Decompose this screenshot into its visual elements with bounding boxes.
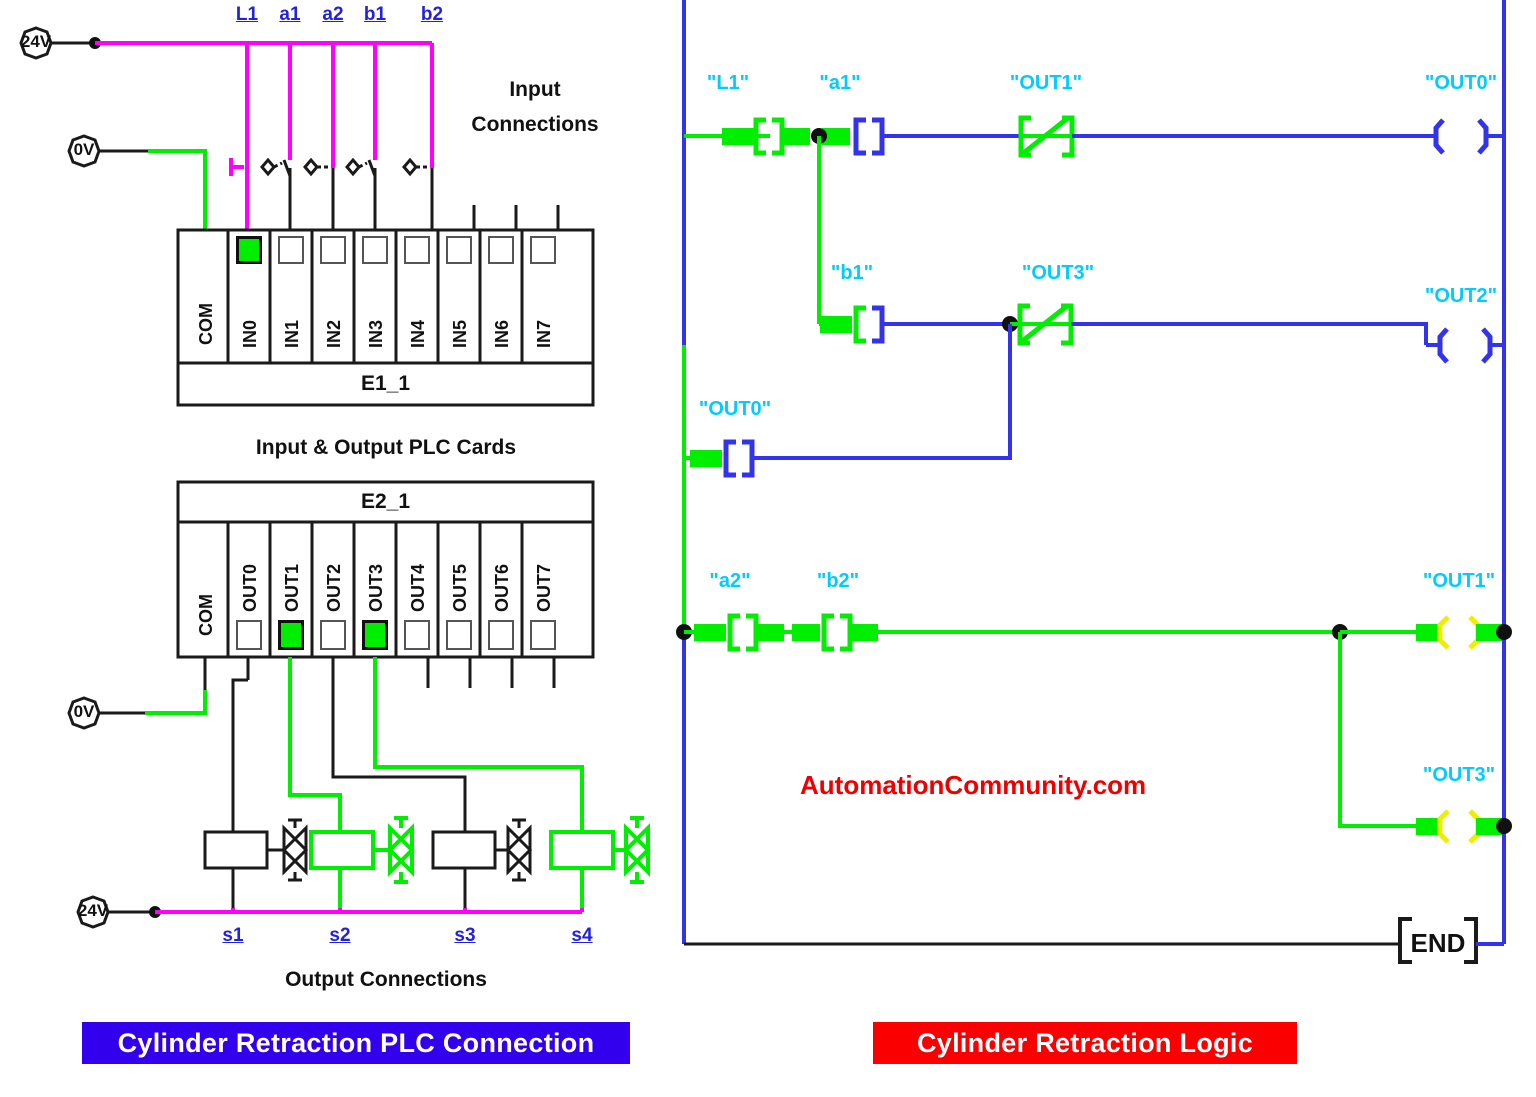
output-terminal-label-OUT6: OUT6 [492,563,512,612]
input-terminal-label-IN2: IN2 [324,319,344,348]
tag-a1: "a1" [819,72,861,94]
watermark: AutomationCommunity.com [800,770,1147,800]
tag-a2: "a2" [709,570,751,592]
input-terminal-label-IN3: IN3 [366,319,386,348]
rail-node-out1 [1496,624,1512,640]
input-terminal-label-IN0: IN0 [240,319,260,348]
output-led-OUT3 [362,620,388,650]
tag-out2-coil: "OUT2" [1424,285,1498,307]
output-led-OUT4 [404,620,430,650]
input-terminal-label-IN7: IN7 [534,319,554,348]
contact-a1[interactable] [772,117,885,156]
branch-wire-to-out3-coil [1338,632,1416,828]
output-terminal-label-OUT7: OUT7 [534,563,554,612]
end-label: END [1410,928,1466,958]
output-led-OUT1 [278,620,304,650]
solenoid-label-s1: s1 [222,925,244,946]
output-led-OUT2 [320,620,346,650]
input-led-IN2 [320,236,346,264]
coil-out1[interactable] [1416,615,1502,650]
tag-out1-nc: "OUT1" [1009,72,1083,94]
input-card-name: E1_1 [360,372,411,395]
input-led-IN4 [404,236,430,264]
coil-out2[interactable] [1437,327,1493,364]
contact-b1[interactable] [820,305,885,344]
output-terminal-label-OUT0: OUT0 [240,563,260,612]
caption-left: Cylinder Retraction PLC Connection [82,1022,630,1064]
input-connections-title-line1: Input [509,78,561,101]
input-terminal-label-IN1: IN1 [282,319,302,348]
tag-out0-branch: "OUT0" [698,398,772,420]
input-com-label: COM [196,303,216,345]
output-connections-title: Output Connections [285,968,487,991]
contact-out1-nc[interactable] [1018,115,1075,158]
input-led-IN3 [362,236,388,264]
plc-cards-title: Input & Output PLC Cards [255,436,517,459]
output-terminal-label-OUT1: OUT1 [282,563,302,612]
supply-0v-input-label: 0V [73,140,95,159]
input-led-IN7 [530,236,556,264]
supply-0v-output-label: 0V [73,702,95,721]
tag-out0-coil: "OUT0" [1424,72,1498,94]
output-terminal-label-OUT5: OUT5 [450,563,470,612]
output-led-OUT6 [488,620,514,650]
tag-b2: "b2" [816,570,860,592]
output-terminal-label-OUT3: OUT3 [366,563,386,612]
solenoid-label-s3: s3 [454,925,476,946]
input-terminal-label-IN6: IN6 [492,319,512,348]
output-led-OUT7 [530,620,556,650]
caption-left-text: Cylinder Retraction PLC Connection [117,1027,595,1058]
input-led-IN1 [278,236,304,264]
tag-l1: "L1" [706,72,750,94]
solenoid-label-s2: s2 [329,925,351,946]
input-signal-label-a2: a2 [322,4,344,25]
coil-out0[interactable] [1433,118,1489,155]
supply-24v-top-label: 24V [20,32,52,51]
contact-out0-branch[interactable] [690,439,755,478]
tag-out1-coil: "OUT1" [1422,570,1496,592]
output-terminal-label-OUT4: OUT4 [408,563,428,612]
caption-right: Cylinder Retraction Logic [873,1022,1297,1064]
output-led-OUT5 [446,620,472,650]
output-com-label: COM [196,594,216,636]
output-led-OUT0 [236,620,262,650]
caption-right-text: Cylinder Retraction Logic [916,1027,1254,1058]
input-signal-label-b1: b1 [363,4,387,25]
input-terminal-label-IN5: IN5 [450,319,470,348]
output-card-name: E2_1 [360,490,411,513]
solenoid-label-s4: s4 [571,925,593,946]
rail-node-out3 [1496,818,1512,834]
tag-out3-nc: "OUT3" [1021,262,1095,284]
branch-wire-out0 [752,324,1012,460]
input-led-IN0 [236,236,262,264]
coil-out3[interactable] [1416,809,1502,844]
supply-24v-bottom-label: 24V [77,901,109,920]
tag-out3-coil: "OUT3" [1422,764,1496,786]
tag-b1: "b1" [830,262,874,284]
input-connections-title-line2: Connections [471,113,599,136]
output-terminal-label-OUT2: OUT2 [324,563,344,612]
input-signal-label-L1: L1 [235,4,259,25]
plc-diagram-root: L1 a1 a2 b1 b2 s1 s2 s3 s4 24V 0V 0V 24V Input Connect… [0,0,1536,1097]
input-terminal-label-IN4: IN4 [408,319,428,348]
input-signal-label-a1: a1 [279,4,301,25]
contact-a2[interactable] [694,613,759,652]
input-signal-label-b2: b2 [420,4,444,25]
contact-b2[interactable] [756,613,878,652]
contact-out3-nc[interactable] [1010,303,1074,346]
input-led-IN5 [446,236,472,264]
input-led-IN6 [488,236,514,264]
